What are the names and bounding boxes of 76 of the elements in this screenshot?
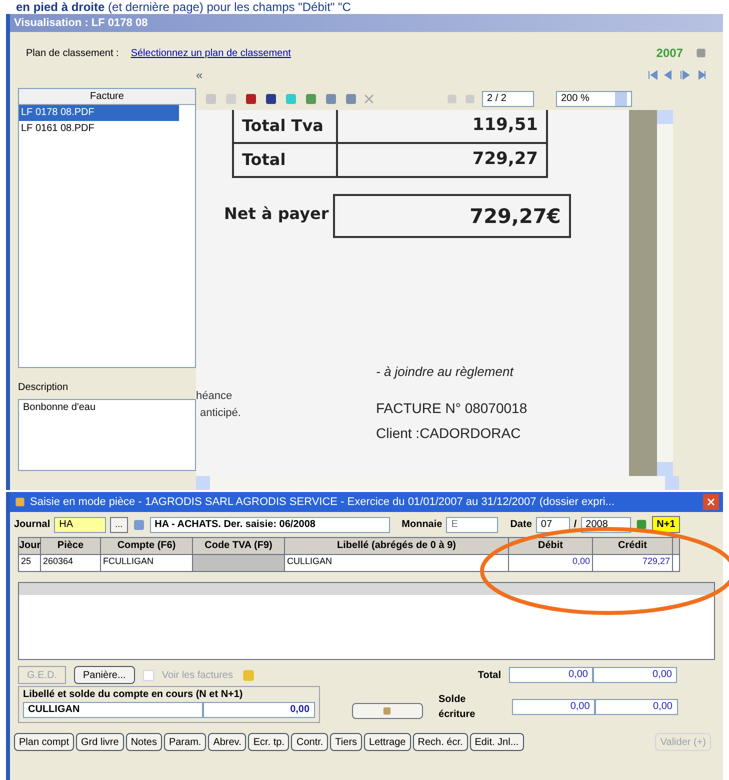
date-separator: / <box>574 518 577 532</box>
document-label: Net à payer <box>224 203 330 225</box>
navigation-arrows-icon[interactable] <box>647 70 707 80</box>
column-header: Code TVA (F9) <box>193 538 285 554</box>
document-label: Total <box>234 144 338 176</box>
plan-label: Plan de classement : <box>26 46 119 60</box>
window-title: Saisie en mode pièce - 1AGRODIS SARL AGRODIS SERVICE - Exercice du 01/01/2007 au 31/12/2007 (dossier expri... <box>30 494 616 510</box>
document-text: Client :CADORDORAC <box>376 424 522 442</box>
journal-label: Journal <box>14 518 50 532</box>
document-amount: 729,27 <box>471 148 539 172</box>
balance-label: Solde écriture <box>438 693 476 722</box>
currency-label: Monnaie <box>402 518 442 532</box>
basket-button[interactable]: Panière... <box>74 666 135 684</box>
zoom-dropdown[interactable]: 200 % <box>556 91 632 107</box>
document-text: FACTURE N° 08070018 <box>376 398 528 418</box>
vertical-scrollbar[interactable] <box>657 110 673 476</box>
balance-credit-field[interactable]: 0,00 <box>594 699 678 715</box>
journal-code-field[interactable]: HA <box>54 516 106 532</box>
calculator-button[interactable] <box>352 703 423 719</box>
year-label: 2007 <box>656 45 683 62</box>
invoice-item[interactable]: LF 0178 08.PDF <box>19 105 179 121</box>
document-label: Total Tva <box>234 110 338 142</box>
column-header: Facture <box>19 89 195 105</box>
browse-button[interactable]: ... <box>110 516 128 532</box>
column-header: Jour <box>19 538 41 554</box>
column-header: Débit <box>509 538 593 554</box>
column-header: Compte (F6) <box>101 538 193 554</box>
page-field[interactable]: 2 / 2 <box>482 91 534 107</box>
document-text: héance <box>196 389 234 404</box>
total-debit-field[interactable]: 0,00 <box>509 667 593 683</box>
close-button[interactable] <box>703 494 719 510</box>
currency-dropdown[interactable]: E <box>446 516 498 532</box>
collapse-button[interactable]: « <box>196 66 203 84</box>
total-credit-field[interactable]: 0,00 <box>593 667 677 683</box>
total-label: Total <box>478 668 501 682</box>
account-label: Libellé et solde du compte en cours (N et N+1) <box>23 688 244 702</box>
close-icon[interactable] <box>707 498 715 506</box>
plan-link[interactable]: Sélectionnez un plan de classement <box>130 46 291 60</box>
date-label: Date <box>510 518 532 532</box>
document-text: anticipé. <box>199 406 242 420</box>
account-name-field[interactable]: CULLIGAN <box>23 702 203 718</box>
document-text: - à joindre au règlement <box>376 363 515 381</box>
table-cell: 25 <box>19 555 41 571</box>
description-label: Description <box>18 381 70 395</box>
toolbar-button[interactable]: Param. <box>164 733 206 751</box>
document-amount: 729,27€ <box>332 194 571 238</box>
window-title: Visualisation : LF 0178 08 <box>10 14 723 32</box>
month-dropdown[interactable]: 07 <box>536 516 570 532</box>
account-balance-field[interactable]: 0,00 <box>203 702 315 718</box>
toolbar-button[interactable]: Notes <box>126 733 162 751</box>
toolbar-button[interactable]: Contr. <box>291 733 328 751</box>
toolbar-button[interactable]: Plan compt <box>14 733 74 751</box>
invoices-label: Voir les factures <box>162 668 233 682</box>
column-header: Libellé (abrégés de 0 à 9) <box>285 538 509 554</box>
toolbar-button[interactable]: Lettrage <box>364 733 411 751</box>
delete-icon[interactable] <box>364 94 374 104</box>
balance-debit-field[interactable]: 0,00 <box>512 699 595 715</box>
toolbar-button[interactable]: Abrev. <box>208 733 246 751</box>
toolbar-button[interactable]: Rech. écr. <box>412 733 468 751</box>
toolbar-button[interactable]: Edit. Jnl... <box>470 733 524 751</box>
column-header: Pièce <box>41 538 101 554</box>
table-cell: 729,27 <box>593 555 673 571</box>
period-badge: N+1 <box>652 516 680 533</box>
horizontal-scrollbar[interactable] <box>196 476 679 490</box>
journal-name-field[interactable]: HA - ACHATS. Der. saisie: 06/2008 <box>150 516 390 532</box>
toolbar-button[interactable]: Grd livre <box>76 733 124 751</box>
toolbar-button[interactable]: Tiers <box>330 733 362 751</box>
table-cell: 260364 <box>41 555 101 571</box>
table-cell: CULLIGAN <box>285 555 509 571</box>
caption-text: en pied à droite (et dernière page) pour les champs "Débit" "C <box>15 0 352 14</box>
column-header: Crédit <box>593 538 673 554</box>
invoice-item[interactable]: LF 0161 08.PDF <box>19 121 179 137</box>
document-amount: 119,51 <box>471 114 539 138</box>
toolbar-button[interactable]: Ecr. tp. <box>248 733 290 751</box>
table-cell: 0,00 <box>509 555 593 571</box>
description-field[interactable]: Bonbonne d'eau <box>18 399 196 471</box>
